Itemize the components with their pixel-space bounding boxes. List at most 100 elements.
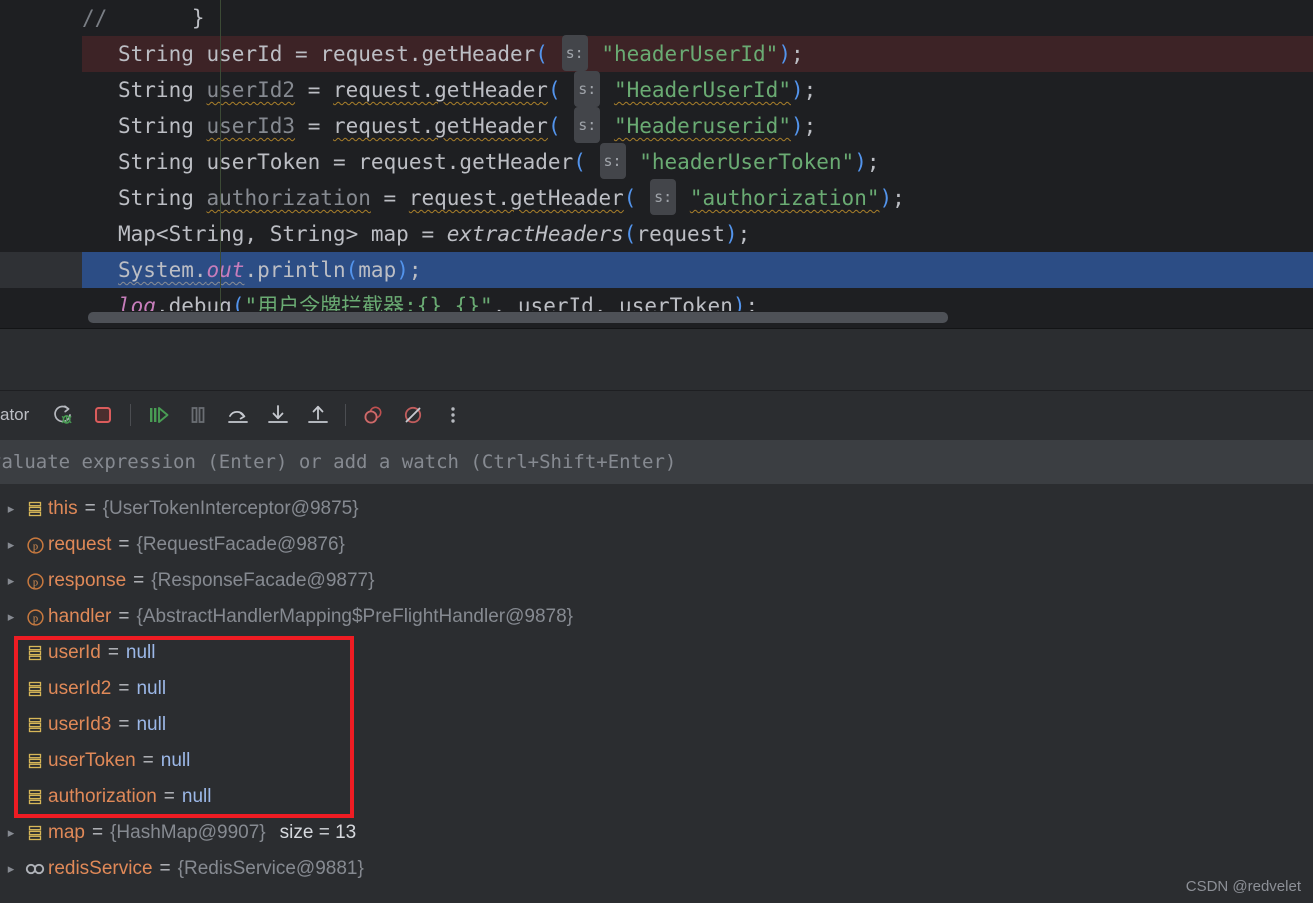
parameter-icon: p [22,536,48,555]
more-options-button[interactable] [436,398,470,432]
parameter-icon: p [22,572,48,591]
code-line[interactable]: System.out.println(map); [82,252,1313,288]
variable-value: {UserTokenInterceptor@9875} [102,498,359,519]
variable-row[interactable]: ▸ p request = {RequestFacade@9876} [0,527,1313,563]
variable-equals-sign: = [91,822,104,843]
variable-name: userId3 [48,714,112,735]
variable-value: {AbstractHandlerMapping$PreFlightHandler… [136,606,574,627]
expand-arrow-icon[interactable]: ▸ [0,861,22,877]
local-variable-icon [22,824,48,842]
variable-row[interactable]: ▸ map = {HashMap@9907} size = 13 [0,815,1313,851]
local-variable-icon [28,717,42,733]
variable-row[interactable]: ▸ p response = {ResponseFacade@9877} [0,563,1313,599]
code-line[interactable]: String userId3 = request.getHeader( s: "… [82,107,1313,144]
rerun-button[interactable] [46,398,80,432]
evaluate-expression-placeholder[interactable]: valuate expression (Enter) or add a watc… [0,451,676,473]
parameter-hint-badge: s: [574,71,601,107]
code-area[interactable]: // } String userId = request.getHeader( s… [82,0,1313,318]
rerun-icon [54,404,72,424]
variable-value: null [136,714,167,735]
variable-size-info: size = 13 [279,822,357,843]
variable-row[interactable]: userId3 = null [0,707,1313,743]
variable-name: userId [48,642,101,663]
svg-text:p: p [32,541,37,552]
pause-program-button[interactable] [181,398,215,432]
variable-value: {HashMap@9907} [110,822,266,843]
variable-equals-sign: = [142,750,154,771]
indent-guide [220,0,221,312]
variable-value: {RequestFacade@9876} [136,534,345,555]
local-variable-icon [28,825,42,841]
editor-hscrollbar-thumb[interactable] [88,312,948,323]
expand-arrow-icon[interactable]: ▸ [0,501,22,517]
parameter-icon: p [26,608,44,626]
evaluate-expression-bar[interactable]: valuate expression (Enter) or add a watc… [0,440,1313,484]
variable-name: map [48,822,85,843]
debugger-toolbar[interactable]: ator [0,391,1313,438]
code-line[interactable]: String authorization = request.getHeader… [82,179,1313,216]
variable-row[interactable]: ▸ redisService = {RedisService@9881} [0,851,1313,887]
more-vertical-icon [451,406,455,423]
code-line[interactable]: String userId = request.getHeader( s: "h… [82,35,1313,72]
variable-row[interactable]: userToken = null [0,743,1313,779]
expand-arrow-icon[interactable]: ▸ [0,573,22,589]
variable-equals-sign: = [118,678,130,699]
variable-value: null [136,678,167,699]
variable-row[interactable]: ▸ p handler = {AbstractHandlerMapping$PreFli… [0,599,1313,635]
parameter-hint-badge: s: [574,107,601,143]
local-variable-icon [22,500,48,518]
stop-button[interactable] [86,398,120,432]
mute-breakpoints-icon [405,406,422,423]
parameter-icon: p [26,536,44,554]
toolbar-separator-2 [345,403,347,426]
code-line[interactable]: String userToken = request.getHeader( s:… [82,143,1313,180]
variable-equals-sign: = [118,606,130,627]
expand-arrow-icon[interactable]: ▸ [0,825,22,841]
variable-name: request [48,534,112,555]
variable-value: null [160,750,191,771]
variable-name: authorization [48,786,157,807]
variable-equals-sign: = [118,534,130,555]
variable-value: {ResponseFacade@9877} [151,570,375,591]
variable-row[interactable]: userId = null [0,635,1313,671]
variables-panel[interactable]: ▸ this = {UserTokenInterceptor@9875} ▸ p reque… [0,486,1313,903]
code-line[interactable]: String userId2 = request.getHeader( s: "… [82,71,1313,108]
debugger-tab-label[interactable]: ator [0,405,29,425]
variable-equals-sign: = [133,570,145,591]
local-variable-icon [22,680,48,698]
svg-text:p: p [32,613,37,624]
local-variable-icon [28,753,42,769]
local-variable-icon [28,501,42,517]
debug-panel-gap [0,329,1313,391]
variable-name: handler [48,606,112,627]
expand-arrow-icon[interactable]: ▸ [0,609,22,625]
code-editor[interactable]: // } String userId = request.getHeader( s… [0,0,1313,329]
mute-breakpoints-button[interactable] [396,398,430,432]
step-into-icon [268,404,289,423]
local-variable-icon [28,789,42,805]
variable-name: response [48,570,127,591]
svg-text:p: p [32,577,37,588]
step-into-button[interactable] [261,398,295,432]
local-variable-icon [22,716,48,734]
expand-arrow-icon[interactable]: ▸ [0,537,22,553]
view-breakpoints-icon [364,406,382,423]
toolbar-separator-1 [130,403,132,426]
step-over-icon [228,410,249,423]
code-line[interactable]: // } [82,0,1313,36]
resume-program-button[interactable] [141,398,175,432]
variable-equals-sign: = [163,786,175,807]
step-out-button[interactable] [301,398,335,432]
variable-value: null [181,786,212,807]
step-over-button[interactable] [221,398,255,432]
step-out-icon [308,405,329,423]
parameter-hint-badge: s: [599,143,626,179]
variable-name: redisService [48,858,153,879]
variable-row[interactable]: authorization = null [0,779,1313,815]
variable-row[interactable]: ▸ this = {UserTokenInterceptor@9875} [0,491,1313,527]
resume-icon [150,406,169,423]
code-line[interactable]: Map<String, String> map = extractHeaders… [82,216,1313,252]
view-breakpoints-button[interactable] [356,398,390,432]
variable-equals-sign: = [84,498,96,519]
variable-row[interactable]: userId2 = null [0,671,1313,707]
